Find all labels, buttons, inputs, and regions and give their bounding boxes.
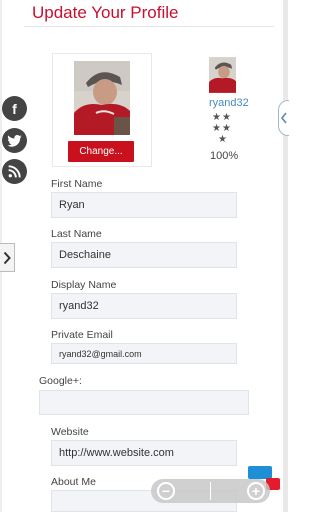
- profile-photo-image: [74, 61, 130, 135]
- about-me-label: About Me: [51, 476, 96, 488]
- twitter-bird-glyph: [7, 134, 22, 147]
- facebook-icon[interactable]: f: [2, 96, 27, 121]
- private-email-field[interactable]: ryand32@gmail.com: [51, 343, 237, 364]
- google-plus-field[interactable]: [39, 390, 249, 415]
- display-name-field[interactable]: ryand32: [51, 293, 237, 319]
- profile-photo-card: Change...: [52, 53, 152, 167]
- page-title: Update Your Profile: [32, 3, 179, 22]
- user-thumbnail-image: [209, 57, 236, 93]
- rss-icon[interactable]: [2, 159, 27, 184]
- rating-stars-row-3: ★: [218, 134, 228, 145]
- rating-stars-row-1: ★★: [212, 112, 232, 123]
- zoom-controls: − +: [151, 479, 270, 503]
- profile-completion: 100%: [210, 150, 239, 162]
- username-link[interactable]: ryand32: [209, 97, 249, 109]
- chevron-left-icon: [281, 112, 287, 124]
- profile-photo: [74, 61, 130, 135]
- last-name-label: Last Name: [51, 228, 102, 240]
- rss-glyph: [8, 165, 21, 178]
- side-drawer-toggle[interactable]: [0, 243, 15, 272]
- display-name-label: Display Name: [51, 279, 117, 291]
- twitter-icon[interactable]: [2, 128, 27, 153]
- change-photo-button[interactable]: Change...: [68, 141, 134, 162]
- website-label: Website: [51, 426, 89, 438]
- right-edge: [283, 0, 288, 512]
- zoom-out-icon[interactable]: −: [157, 482, 175, 500]
- right-panel-toggle[interactable]: [278, 100, 289, 136]
- last-name-field[interactable]: Deschaine: [51, 242, 237, 268]
- chevron-right-icon: [3, 251, 11, 264]
- user-thumbnail: [209, 57, 236, 93]
- private-email-label: Private Email: [51, 329, 113, 341]
- zoom-in-icon[interactable]: +: [247, 482, 265, 500]
- website-field[interactable]: http://www.website.com: [51, 440, 237, 466]
- rating-stars-row-2: ★★: [212, 123, 232, 134]
- first-name-field[interactable]: Ryan: [51, 192, 237, 218]
- facebook-glyph: f: [12, 100, 17, 117]
- header-divider: [24, 26, 274, 27]
- google-plus-label: Google+:: [39, 375, 82, 387]
- first-name-label: First Name: [51, 178, 103, 190]
- zoom-divider: [210, 482, 211, 500]
